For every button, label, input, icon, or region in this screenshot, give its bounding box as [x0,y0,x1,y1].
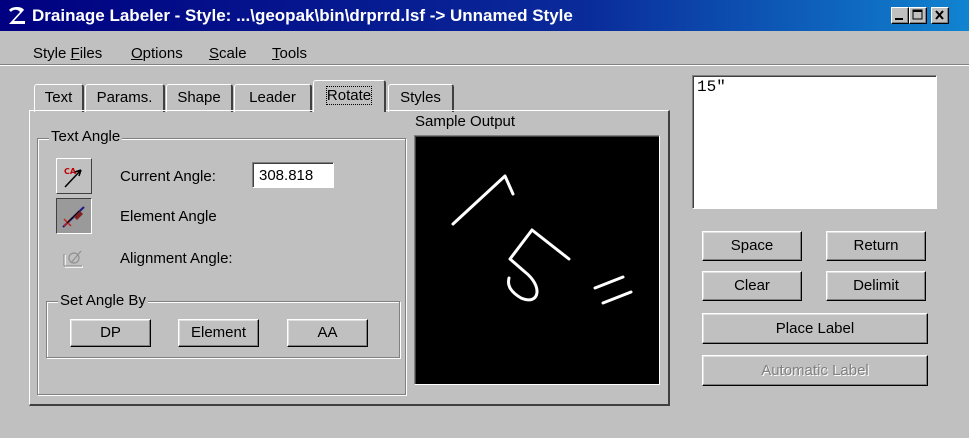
element-angle-icon [62,206,85,228]
window-title: Drainage Labeler - Style: ...\geopak\bin… [32,6,573,25]
close-button[interactable] [931,7,949,24]
place-label-button[interactable]: Place Label [702,313,928,344]
text-angle-group-label: Text Angle [49,128,123,145]
delimit-button[interactable]: Delimit [826,271,926,301]
automatic-label-button[interactable]: Automatic Label [702,355,928,386]
minimize-icon [895,18,903,20]
tab-rotate[interactable]: Rotate [313,80,386,112]
maximize-icon [912,9,923,20]
dp-button[interactable]: DP [70,319,151,347]
sample-output-label: Sample Output [415,113,516,130]
sample-glyph-five [507,228,571,302]
element-angle-label: Element Angle [120,208,217,225]
space-button[interactable]: Space [702,231,802,261]
tab-params[interactable]: Params. [85,84,165,112]
menu-style-files[interactable]: Style Files [33,45,102,62]
current-angle-label: Current Angle: [120,168,216,185]
sample-output-glyphs [451,174,633,305]
clear-button[interactable]: Clear [702,271,802,301]
aa-button[interactable]: AA [287,319,368,347]
maximize-button[interactable] [909,7,927,24]
tab-styles[interactable]: Styles [388,84,454,112]
set-angle-by-group-label: Set Angle By [58,292,148,309]
label-text-area[interactable] [692,75,937,209]
tab-text[interactable]: Text [34,84,84,112]
sample-output-preview [414,135,660,385]
geopak-logo-icon [9,7,25,24]
current-angle-button[interactable]: CA [56,158,92,194]
menu-scale[interactable]: Scale [209,45,247,62]
alignment-angle-button[interactable] [56,240,92,276]
return-button[interactable]: Return [826,231,926,261]
current-angle-input[interactable] [252,162,334,188]
alignment-angle-icon [63,250,83,268]
minimize-button[interactable] [891,7,909,24]
tab-leader[interactable]: Leader [234,84,312,112]
sample-glyph-quote-upper [593,275,625,290]
alignment-angle-label: Alignment Angle: [120,250,233,267]
sample-glyph-one [451,174,515,226]
current-angle-icon: CA [64,167,82,188]
close-icon [935,10,944,20]
menu-options[interactable]: Options [131,45,183,62]
element-button[interactable]: Element [178,319,259,347]
menu-separator [0,64,969,66]
title-bar[interactable]: Drainage Labeler - Style: ...\geopak\bin… [0,0,969,31]
tab-shape[interactable]: Shape [166,84,233,112]
sample-glyph-quote-lower [601,290,633,305]
menu-tools[interactable]: Tools [272,45,307,62]
element-angle-button[interactable] [56,198,92,234]
